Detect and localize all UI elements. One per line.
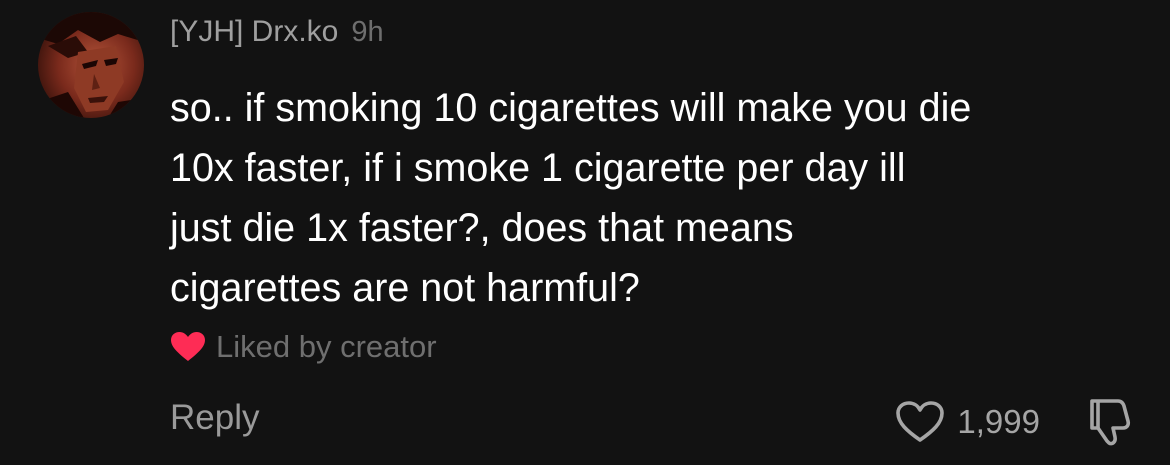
like-count: 1,999 xyxy=(957,403,1040,440)
avatar[interactable] xyxy=(38,12,144,118)
comment-header: [YJH] Drx.ko 9h xyxy=(170,15,384,59)
anime-character-avatar xyxy=(38,12,144,118)
reply-button[interactable]: Reply xyxy=(170,398,259,438)
like-button[interactable]: 1,999 xyxy=(895,400,1040,444)
comment-actions: 1,999 xyxy=(895,392,1132,452)
username[interactable]: [YJH] Drx.ko xyxy=(170,15,338,49)
timestamp: 9h xyxy=(351,16,384,48)
dislike-button[interactable] xyxy=(1084,397,1132,447)
liked-by-creator-badge: Liked by creator xyxy=(170,325,437,369)
comment-item: [YJH] Drx.ko 9h so.. if smoking 10 cigar… xyxy=(0,0,1170,465)
comment-text: so.. if smoking 10 cigarettes will make … xyxy=(170,78,1150,318)
heart-icon xyxy=(170,331,206,363)
comment-text-line: just die 1x faster?, does that means xyxy=(170,206,794,250)
liked-by-creator-label: Liked by creator xyxy=(216,329,437,364)
comment-text-line: 10x faster, if i smoke 1 cigarette per d… xyxy=(170,146,906,190)
comment-text-line: cigarettes are not harmful? xyxy=(170,266,640,310)
heart-outline-icon xyxy=(895,400,945,444)
thumbs-down-icon xyxy=(1084,397,1132,447)
comment-text-line: so.. if smoking 10 cigarettes will make … xyxy=(170,86,972,130)
